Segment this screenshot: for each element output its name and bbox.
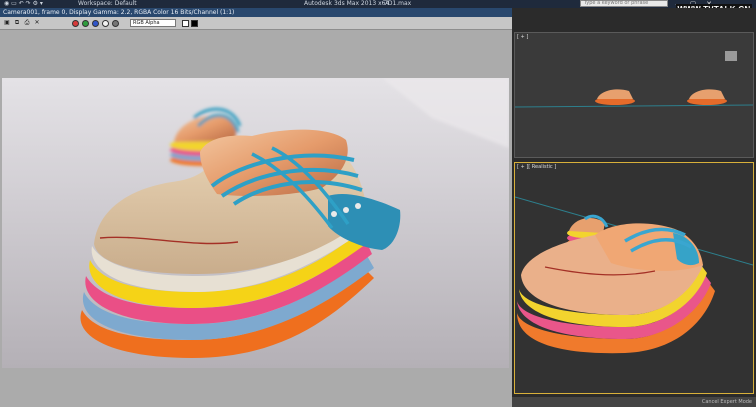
workspace-label[interactable]: Workspace: Default <box>78 0 137 8</box>
perspective-viewport-scene <box>515 196 753 354</box>
print-icon[interactable]: ⎙ <box>23 19 31 27</box>
search-input[interactable]: Type a keyword or phrase <box>580 0 668 7</box>
blue-channel-toggle[interactable] <box>92 20 99 27</box>
save-icon[interactable]: ▣ <box>3 19 11 27</box>
file-name: 7D1.max <box>384 0 412 7</box>
top-bar: ◉ ▭ ↶ ↷ ⚙ ▾ Workspace: Default Autodesk … <box>0 0 756 8</box>
frame-buffer-titlebar[interactable]: Camera001, frame 0, Display Gamma: 2.2, … <box>0 8 512 17</box>
status-bar: Cancel Expert Mode <box>512 397 756 407</box>
clone-icon[interactable]: ⧉ <box>13 19 21 27</box>
cancel-expert-mode-link[interactable]: Cancel Expert Mode <box>702 397 752 407</box>
viewport-panel: [ + ] [ + ][ Realistic ] Cancel Expert M… <box>512 8 756 407</box>
top-viewport-label[interactable]: [ + ] <box>517 34 528 40</box>
app-icons[interactable]: ◉ ▭ ↶ ↷ ⚙ ▾ <box>4 0 43 8</box>
frame-buffer-toolbar: ▣ ⧉ ⎙ ✕ RGB Alpha <box>0 17 512 30</box>
channel-select[interactable]: RGB Alpha <box>130 19 176 27</box>
shoe-render <box>2 78 509 368</box>
mono-toggle[interactable] <box>112 20 119 27</box>
green-channel-toggle[interactable] <box>82 20 89 27</box>
alpha-channel-toggle[interactable] <box>102 20 109 27</box>
frame-buffer-title: Camera001, frame 0, Display Gamma: 2.2, … <box>3 9 235 16</box>
red-channel-toggle[interactable] <box>72 20 79 27</box>
rendered-image <box>2 78 509 368</box>
color-swatch[interactable] <box>182 20 189 27</box>
app-title: Autodesk 3ds Max 2013 x64 <box>304 0 390 7</box>
top-viewport[interactable]: [ + ] <box>514 32 754 158</box>
perspective-viewport[interactable]: [ + ][ Realistic ] <box>514 162 754 394</box>
top-viewport-scene <box>514 51 754 108</box>
clear-icon[interactable]: ✕ <box>33 19 41 27</box>
perspective-viewport-label[interactable]: [ + ][ Realistic ] <box>517 164 556 170</box>
frame-buffer-window: Camera001, frame 0, Display Gamma: 2.2, … <box>0 8 512 407</box>
color-swatch-dark[interactable] <box>191 20 198 27</box>
